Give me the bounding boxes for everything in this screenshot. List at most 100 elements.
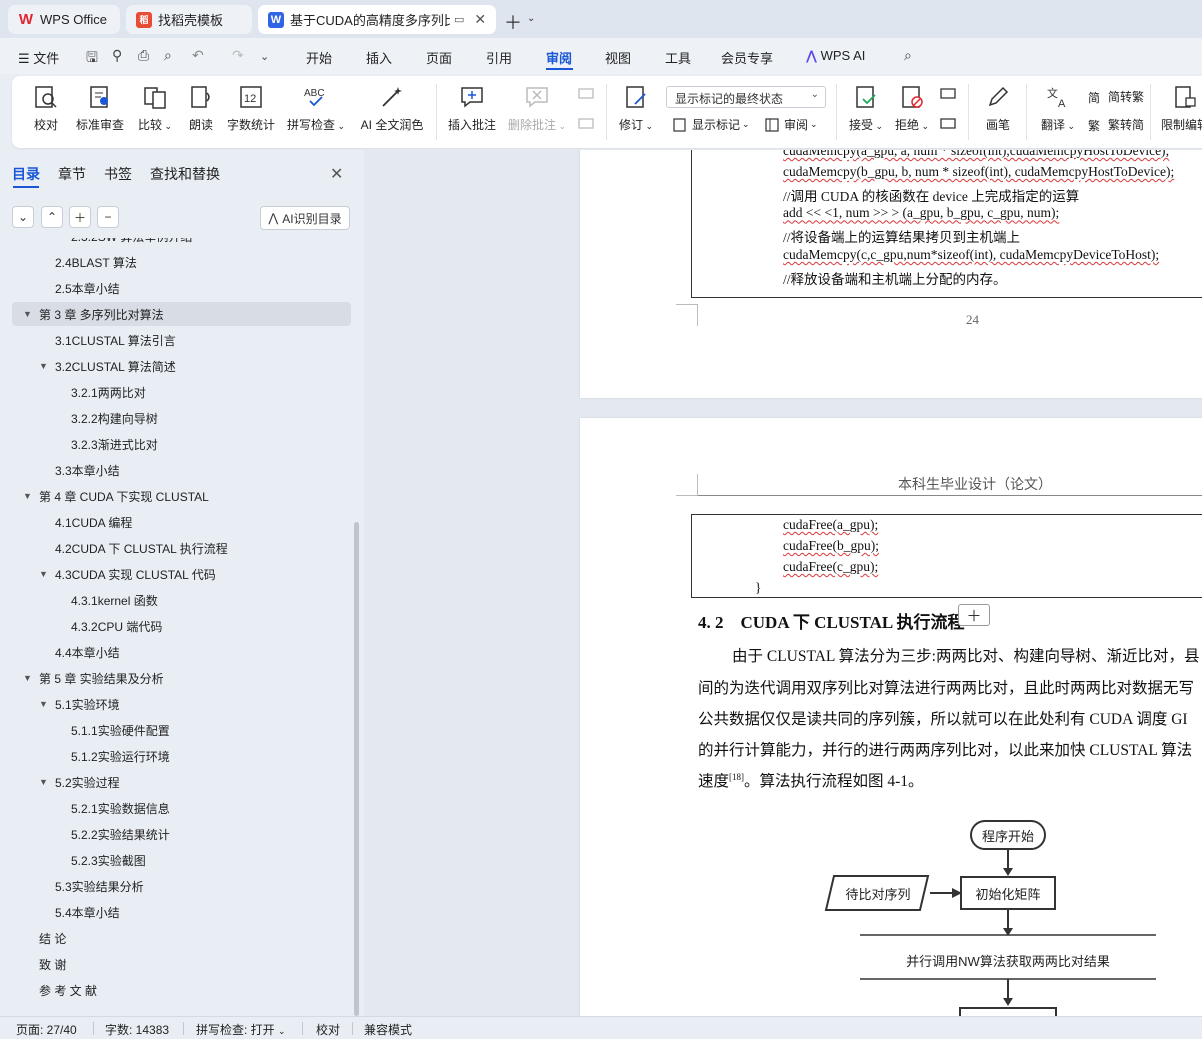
expand-arrow-icon[interactable]: ▼ [39, 569, 48, 579]
wps-ai-menu[interactable]: ⋀ WPS AI [806, 48, 865, 64]
previous-comment-button[interactable] [576, 86, 596, 107]
remove-heading-button[interactable]: − [97, 206, 119, 228]
previous-change-button[interactable] [938, 86, 958, 107]
next-comment-button[interactable] [576, 116, 596, 137]
toc-item[interactable]: 3.2.3渐进式比对 [12, 432, 351, 456]
markup-mode-select[interactable]: 显示标记的最终状态 ⌄ [666, 86, 826, 108]
track-changes-button[interactable]: 修订 ⌄ [616, 84, 656, 133]
accept-button[interactable]: 接受 ⌄ [846, 84, 886, 133]
pen-button[interactable]: 画笔 [980, 84, 1016, 133]
print-preview-icon[interactable]: ⌕ [164, 47, 172, 64]
toc-item[interactable]: ▼ 5.2实验过程 [12, 770, 351, 794]
toc-item[interactable]: 参 考 文 献 [12, 978, 351, 1002]
undo-icon[interactable]: ↶ [192, 47, 204, 64]
close-tab-icon[interactable]: ✕ [474, 11, 486, 28]
insert-comment-button[interactable]: 插入批注 [446, 84, 498, 133]
toc-item[interactable]: 4.2CUDA 下 CLUSTAL 执行流程 [12, 536, 351, 560]
new-tab-icon[interactable]: ＋ [504, 9, 522, 35]
toc-item[interactable]: ▼ 第 4 章 CUDA 下实现 CLUSTAL [12, 484, 351, 508]
toc-item[interactable]: 5.2.2实验结果统计 [12, 822, 351, 846]
toc-item[interactable]: 结 论 [12, 926, 351, 950]
toc-item[interactable]: 2.5本章小结 [12, 276, 351, 300]
toc-item[interactable]: 4.4本章小结 [12, 640, 351, 664]
expand-arrow-icon[interactable]: ▼ [39, 777, 48, 787]
add-block-button[interactable]: ＋ [958, 604, 990, 626]
menu-view[interactable]: 视图 [605, 48, 631, 67]
toc-item[interactable]: 4.3.2CPU 端代码 [12, 614, 351, 638]
standard-review-button[interactable]: 标准审查 [74, 84, 126, 133]
spell-check-status[interactable]: 拼写检查: 打开 ⌄ [196, 1021, 286, 1038]
tab-find-replace[interactable]: 查找和替换 [150, 164, 220, 184]
toc-item[interactable]: 5.1.2实验运行环境 [12, 744, 351, 768]
tab-document[interactable]: W 基于CUDA的高精度多序列比对 ▭ ✕ [258, 5, 496, 34]
toc-item[interactable]: 5.2.1实验数据信息 [12, 796, 351, 820]
menu-references[interactable]: 引用 [486, 48, 512, 67]
expand-arrow-icon[interactable]: ▼ [39, 699, 48, 709]
translate-button[interactable]: 文A 翻译 ⌄ [1038, 84, 1078, 133]
compare-button[interactable]: 比较 ⌄ [134, 84, 176, 133]
proofread-button[interactable]: 校对 [28, 84, 64, 133]
traditional-convert-button[interactable]: 简 简转繁 [1088, 88, 1144, 105]
print-icon[interactable]: ⎙ [138, 47, 149, 64]
tab-bookmarks[interactable]: 书签 [104, 164, 132, 184]
menu-insert[interactable]: 插入 [366, 48, 392, 67]
restrict-editing-button[interactable]: 限制编辑 [1160, 84, 1202, 133]
toc-item[interactable]: ▼ 3.2CLUSTAL 算法简述 [12, 354, 351, 378]
toc-item[interactable]: 4.1CUDA 编程 [12, 510, 351, 534]
ai-proofread-button[interactable]: AI 全文润色 [356, 84, 428, 133]
tab-toc[interactable]: 目录 [12, 164, 40, 184]
menu-page[interactable]: 页面 [426, 48, 452, 67]
word-count-button[interactable]: 12 字数统计 [226, 84, 276, 133]
expand-arrow-icon[interactable]: ▼ [23, 673, 32, 683]
word-count-indicator[interactable]: 字数: 14383 [105, 1021, 169, 1038]
toc-item[interactable]: 致 谢 [12, 952, 351, 976]
expand-arrow-icon[interactable]: ▼ [39, 361, 48, 371]
monitor-icon[interactable]: ▭ [454, 13, 464, 26]
spell-check-button[interactable]: ABC 拼写检查 ⌄ [286, 84, 346, 133]
menu-tools[interactable]: 工具 [665, 48, 691, 67]
toc-item[interactable]: 3.2.2构建向导树 [12, 406, 351, 430]
toc-item[interactable]: ▼ 第 3 章 多序列比对算法 [12, 302, 351, 326]
toc-item[interactable]: 5.2.3实验截图 [12, 848, 351, 872]
toc-item[interactable]: 3.2.1两两比对 [12, 380, 351, 404]
toc-item[interactable]: ▼ 5.1实验环境 [12, 692, 351, 716]
file-menu[interactable]: ☰ 文件 [18, 48, 59, 67]
toc-item[interactable]: 5.4本章小结 [12, 900, 351, 924]
page-25[interactable]: 本科生毕业设计（论文） cudaFree(a_gpu); cudaFree(b_g… [580, 418, 1202, 1016]
menu-review[interactable]: 审阅 [546, 48, 572, 67]
page-indicator[interactable]: 页面: 27/40 [16, 1021, 77, 1038]
expand-arrow-icon[interactable]: ▼ [23, 309, 32, 319]
toc-item[interactable]: 2.4BLAST 算法 [12, 250, 351, 274]
reject-button[interactable]: 拒绝 ⌄ [892, 84, 932, 133]
search-icon[interactable]: ⌕ [904, 47, 912, 64]
toc-item[interactable]: 4.3.1kernel 函数 [12, 588, 351, 612]
expand-all-button[interactable]: ⌄ [12, 206, 34, 228]
proofread-status[interactable]: 校对 [316, 1021, 340, 1038]
add-heading-button[interactable]: ＋ [69, 206, 91, 228]
menu-member[interactable]: 会员专享 [721, 48, 773, 67]
link-icon[interactable]: ⚲ [112, 47, 122, 64]
ai-toc-button[interactable]: ⋀ AI识别目录 [260, 206, 350, 230]
toc-item[interactable]: 2.3.2SW 算法举例介绍 [12, 238, 351, 248]
read-aloud-button[interactable]: 朗读 [186, 84, 216, 133]
show-markup-dropdown[interactable]: 显示标记 ⌄ [672, 116, 750, 133]
save-icon[interactable]: 🖫 [86, 47, 98, 71]
toc-item[interactable]: ▼ 第 5 章 实验结果及分析 [12, 666, 351, 690]
citation[interactable]: [18] [729, 772, 744, 782]
simplified-convert-button[interactable]: 繁 繁转简 [1088, 116, 1144, 133]
next-change-button[interactable] [938, 116, 958, 137]
toc-item[interactable]: 3.1CLUSTAL 算法引言 [12, 328, 351, 352]
chevron-down-icon[interactable]: ⌄ [260, 50, 269, 63]
menu-start[interactable]: 开始 [306, 48, 332, 67]
redo-icon[interactable]: ↷ [232, 47, 244, 64]
close-pane-icon[interactable]: ✕ [330, 164, 343, 184]
collapse-all-button[interactable]: ⌃ [41, 206, 63, 228]
toc-item[interactable]: 3.3本章小结 [12, 458, 351, 482]
review-pane-dropdown[interactable]: 审阅 ⌄ [764, 116, 818, 133]
toc-scrollbar[interactable] [354, 522, 359, 1016]
tab-docer-templates[interactable]: 稻 找稻壳模板 [126, 5, 252, 34]
tab-wps-office[interactable]: W WPS Office [8, 5, 120, 34]
toc-item[interactable]: 5.3实验结果分析 [12, 874, 351, 898]
toc-item[interactable]: ▼ 4.3CUDA 实现 CLUSTAL 代码 [12, 562, 351, 586]
tab-sections[interactable]: 章节 [58, 164, 86, 184]
